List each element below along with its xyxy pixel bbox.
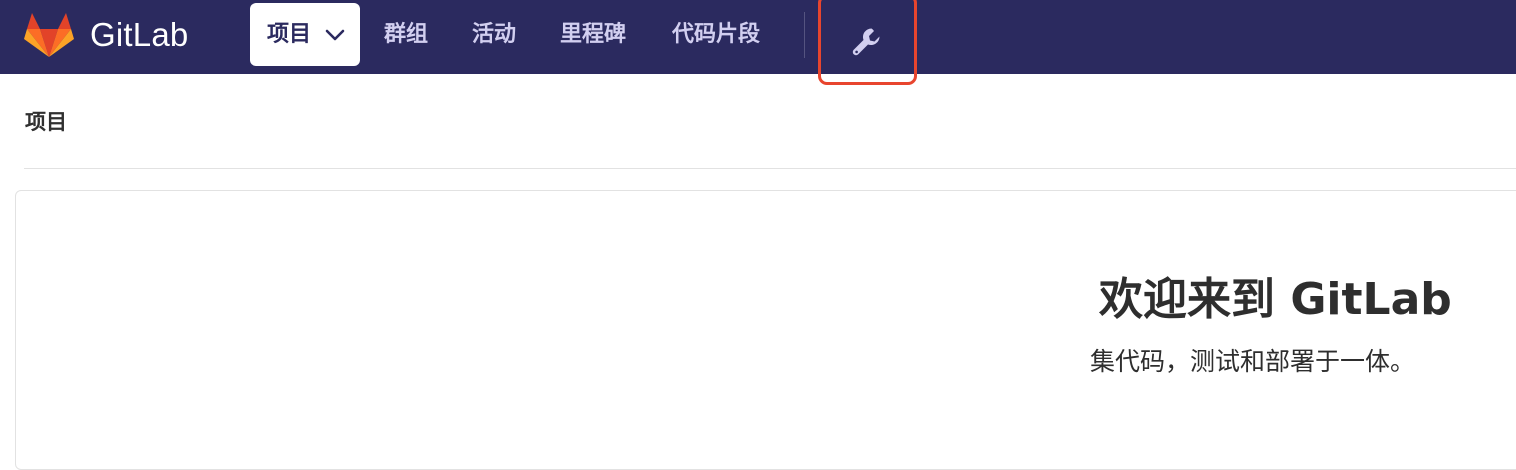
header-divider xyxy=(24,168,1516,169)
projects-dropdown[interactable]: 项目 xyxy=(250,3,360,66)
nav-link-milestones[interactable]: 里程碑 xyxy=(560,22,626,48)
welcome-title: 欢迎来到 GitLab xyxy=(1099,274,1452,325)
welcome-subtitle: 集代码，测试和部署于一体。 xyxy=(1090,347,1416,376)
nav-link-snippets[interactable]: 代码片段 xyxy=(672,22,760,48)
chevron-down-icon xyxy=(325,29,345,41)
admin-area-button[interactable] xyxy=(818,0,917,85)
top-navbar: GitLab 项目 群组 活动 里程碑 代码片段 xyxy=(0,0,1516,74)
nav-link-activity[interactable]: 活动 xyxy=(472,22,516,48)
nav-link-groups[interactable]: 群组 xyxy=(384,22,428,48)
wrench-icon xyxy=(852,28,880,56)
gitlab-logo-icon[interactable] xyxy=(24,12,74,58)
breadcrumb-title: 项目 xyxy=(25,110,67,134)
welcome-panel xyxy=(15,190,1516,470)
brand-name[interactable]: GitLab xyxy=(90,14,188,56)
nav-divider xyxy=(804,12,805,58)
projects-dropdown-label: 项目 xyxy=(267,22,312,47)
